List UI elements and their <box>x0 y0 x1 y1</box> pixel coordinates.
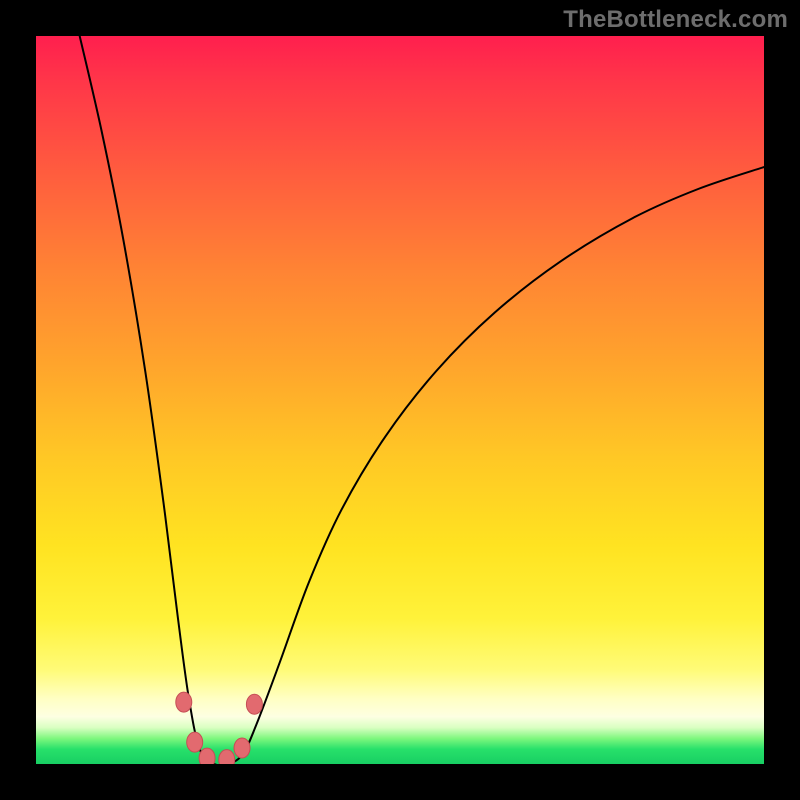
curve-marker <box>176 692 192 712</box>
curve-marker <box>246 694 262 714</box>
watermark-text: TheBottleneck.com <box>563 6 788 34</box>
bottleneck-curve <box>80 36 764 764</box>
curve-marker <box>199 748 215 764</box>
plot-svg <box>36 36 764 764</box>
curve-marker <box>219 750 235 764</box>
chart-frame: TheBottleneck.com <box>0 0 800 800</box>
curve-markers <box>176 692 263 764</box>
curve-marker <box>234 738 250 758</box>
curve-marker <box>187 732 203 752</box>
